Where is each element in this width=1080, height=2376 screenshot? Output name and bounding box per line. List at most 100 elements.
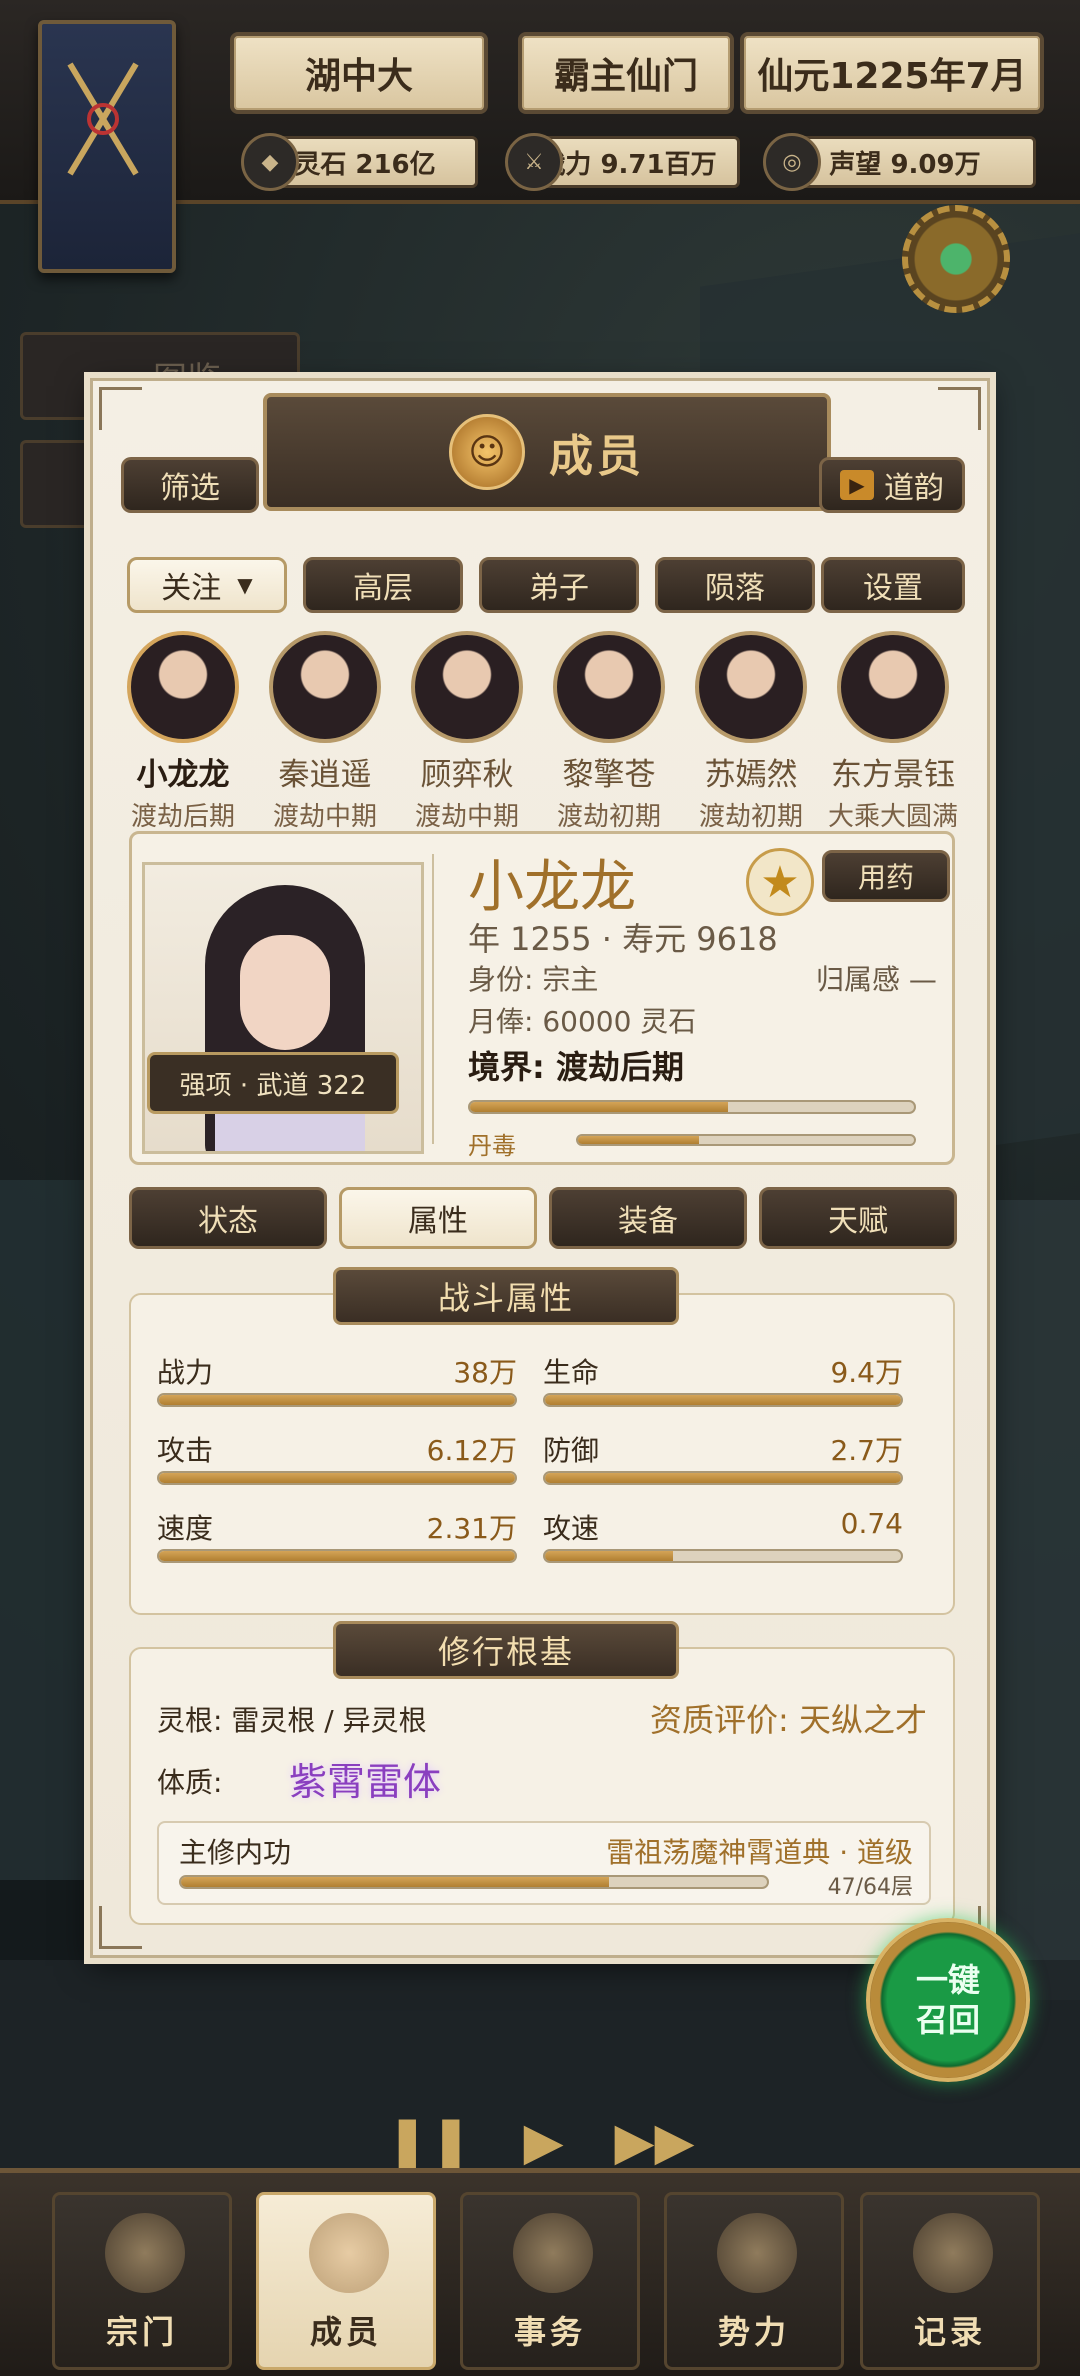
member-bust-icon: ☺: [449, 414, 525, 490]
medicine-button[interactable]: 用药: [822, 850, 950, 902]
technique-progress-bar: [179, 1875, 769, 1889]
video-play-icon: ▶: [840, 470, 874, 500]
stat-bar-fill: [545, 1473, 901, 1483]
foundation-box: 灵根: 雷灵根 / 异灵根 资质评价: 天纵之才 体质: 紫霄雷体 主修内功 雷…: [129, 1647, 955, 1925]
nav-sect[interactable]: 宗门: [52, 2192, 232, 2370]
stat-label: 速度: [157, 1512, 214, 1545]
member-detail-card: 强项 · 武道 322 小龙龙 ★ 用药 年 1255 · 寿元 9618 身份…: [129, 831, 955, 1165]
date-plaque[interactable]: 仙元1225年7月: [740, 32, 1044, 114]
filter-label: 筛选: [160, 471, 220, 506]
nav-factions[interactable]: 势力: [664, 2192, 844, 2370]
member-card[interactable]: 顾弈秋 渡劫中期: [397, 631, 537, 833]
stat-bar-fill: [159, 1395, 515, 1405]
stat-value: 0.74: [840, 1507, 903, 1540]
daoyun-button[interactable]: ▶ 道韵: [819, 457, 965, 513]
tab-disciples[interactable]: 弟子: [479, 557, 639, 613]
stat-bar: [157, 1471, 517, 1485]
settings-gear-icon[interactable]: [902, 205, 1010, 313]
member-panel: ☺ 成员 筛选 ▶ 道韵 关注 ▼ 高层 弟子 陨落 设置 小龙龙 渡劫后期 秦…: [90, 378, 990, 1958]
tab-settings[interactable]: 设置: [821, 557, 965, 613]
stat-label: 防御: [543, 1434, 600, 1467]
member-card[interactable]: 小龙龙 渡劫后期: [113, 631, 253, 833]
avatar: [127, 631, 239, 743]
avatar: [695, 631, 807, 743]
flag-icon: [717, 2213, 797, 2293]
resource-reputation[interactable]: ◎ 声望 9.09万: [763, 133, 1036, 191]
spirit-root: 灵根: 雷灵根 / 异灵根: [157, 1704, 427, 1737]
category-select-value: 关注: [161, 571, 222, 606]
nav-label: 宗门: [105, 2313, 178, 2351]
fast-forward-icon[interactable]: ▶▶: [615, 2112, 695, 2172]
stat-value: 38万: [453, 1356, 517, 1389]
technique-label: 主修内功: [179, 1836, 292, 1869]
poison-progress-fill: [578, 1136, 699, 1144]
tab-label: 装备: [618, 1204, 678, 1239]
recall-all-button[interactable]: 一键 召回: [866, 1918, 1030, 2082]
strength-badge: 强项 · 武道 322: [147, 1052, 399, 1114]
tab-label: 状态: [198, 1204, 258, 1239]
realm-progress-bar: [468, 1100, 916, 1114]
combat-section-title: 战斗属性: [333, 1267, 679, 1325]
avatar: [411, 631, 523, 743]
nav-label: 记录: [913, 2313, 986, 2351]
tab-status[interactable]: 状态: [129, 1187, 327, 1249]
play-icon[interactable]: ▶: [524, 2112, 564, 2172]
pause-icon[interactable]: ❚❚: [385, 2112, 472, 2172]
daoyun-label: 道韵: [884, 471, 944, 506]
physique-label: 体质:: [157, 1766, 223, 1799]
realm: 境界: 渡劫后期: [468, 1048, 684, 1086]
stat-bar-fill: [545, 1395, 901, 1405]
tab-label: 弟子: [529, 571, 589, 606]
nav-records[interactable]: 记录: [860, 2192, 1040, 2370]
filter-button[interactable]: 筛选: [121, 457, 259, 513]
nav-members[interactable]: 成员: [256, 2192, 436, 2370]
recall-line2: 召回: [915, 2001, 980, 2039]
region-label: 湖中大: [304, 56, 413, 97]
sect-plaque[interactable]: 霸主仙门: [518, 32, 734, 114]
game-screen: 图鉴 湖中大 霸主仙门 仙元1225年7月 ◆ 灵石 216亿 ⚔ 战力 9.7…: [0, 0, 1080, 2376]
member-rank: 大乘大圆满: [827, 802, 958, 832]
combat-stats-box: 战力 38万 生命 9.4万 攻击 6.12万 防御 2.7万 速度 2.31万…: [129, 1293, 955, 1615]
realm-progress-fill: [470, 1102, 728, 1112]
tab-senior[interactable]: 高层: [303, 557, 463, 613]
stat-value: 6.12万: [426, 1434, 517, 1467]
avatar: [269, 631, 381, 743]
member-detail-name: 小龙龙: [468, 855, 636, 920]
avatar: [837, 631, 949, 743]
resource-spirit-stone[interactable]: ◆ 灵石 216亿: [241, 133, 478, 191]
tab-fallen[interactable]: 陨落: [655, 557, 815, 613]
technique-row[interactable]: 主修内功 雷祖荡魔神霄道典 · 道级 47/64层: [157, 1821, 931, 1905]
scroll-icon: [513, 2213, 593, 2293]
member-card[interactable]: 东方景钰 大乘大圆满: [823, 631, 963, 833]
stat-defense: 防御 2.7万: [543, 1429, 903, 1489]
stat-label: 攻速: [543, 1512, 600, 1545]
book-icon: [913, 2213, 993, 2293]
belonging: 归属感 —: [816, 963, 937, 996]
region-plaque[interactable]: 湖中大: [230, 32, 488, 114]
stat-bar: [157, 1393, 517, 1407]
tab-attributes[interactable]: 属性: [339, 1187, 537, 1249]
tab-label: 属性: [408, 1204, 468, 1239]
sect-banner[interactable]: [38, 20, 176, 273]
portrait-face: [240, 935, 330, 1050]
resource-power[interactable]: ⚔ 战力 9.71百万: [505, 133, 740, 191]
category-select[interactable]: 关注 ▼: [127, 557, 287, 613]
poison-progress-bar: [576, 1134, 916, 1146]
member-name: 小龙龙: [136, 757, 230, 793]
tab-talent[interactable]: 天赋: [759, 1187, 957, 1249]
member-name: 秦逍遥: [278, 757, 372, 793]
stat-bar-fill: [159, 1473, 515, 1483]
tab-equipment[interactable]: 装备: [549, 1187, 747, 1249]
nav-affairs[interactable]: 事务: [460, 2192, 640, 2370]
physique-value: 紫霄雷体: [289, 1760, 442, 1804]
spirit-stone-value: 灵石 216亿: [294, 149, 436, 180]
stat-power: 战力 38万: [157, 1351, 517, 1411]
tab-label: 设置: [863, 571, 923, 606]
stat-attack-speed: 攻速 0.74: [543, 1507, 903, 1567]
member-card[interactable]: 苏嫣然 渡劫初期: [681, 631, 821, 833]
age-lifespan: 年 1255 · 寿元 9618: [468, 920, 778, 958]
member-card[interactable]: 黎擎苍 渡劫初期: [539, 631, 679, 833]
member-card[interactable]: 秦逍遥 渡劫中期: [255, 631, 395, 833]
star-icon[interactable]: ★: [746, 848, 814, 916]
aptitude-rating: 资质评价: 天纵之才: [650, 1701, 927, 1739]
